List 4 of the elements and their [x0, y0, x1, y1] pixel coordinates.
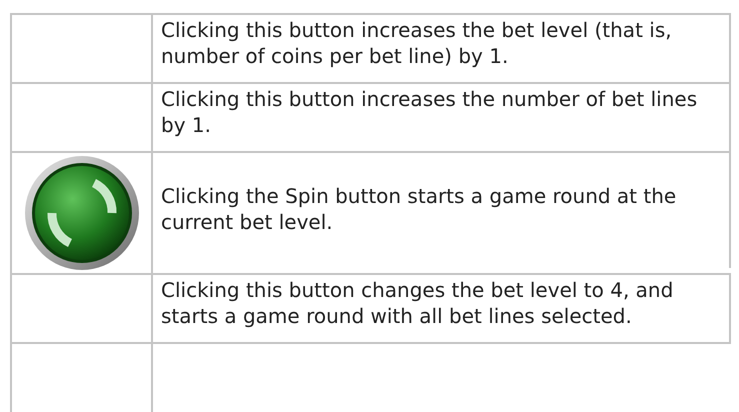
- description-text: Clicking the Spin button starts a game round at the current bet level.: [161, 183, 678, 235]
- description-text: Clicking this button changes the bet level to 4, and starts a game round with all bet lines selected.: [161, 277, 674, 329]
- description-text: Clicking this button increases the number of bet lines by 1.: [161, 86, 698, 138]
- description-text: Clicking this button increases the bet level (that is, number of coins per bet line) by 1.: [161, 17, 673, 69]
